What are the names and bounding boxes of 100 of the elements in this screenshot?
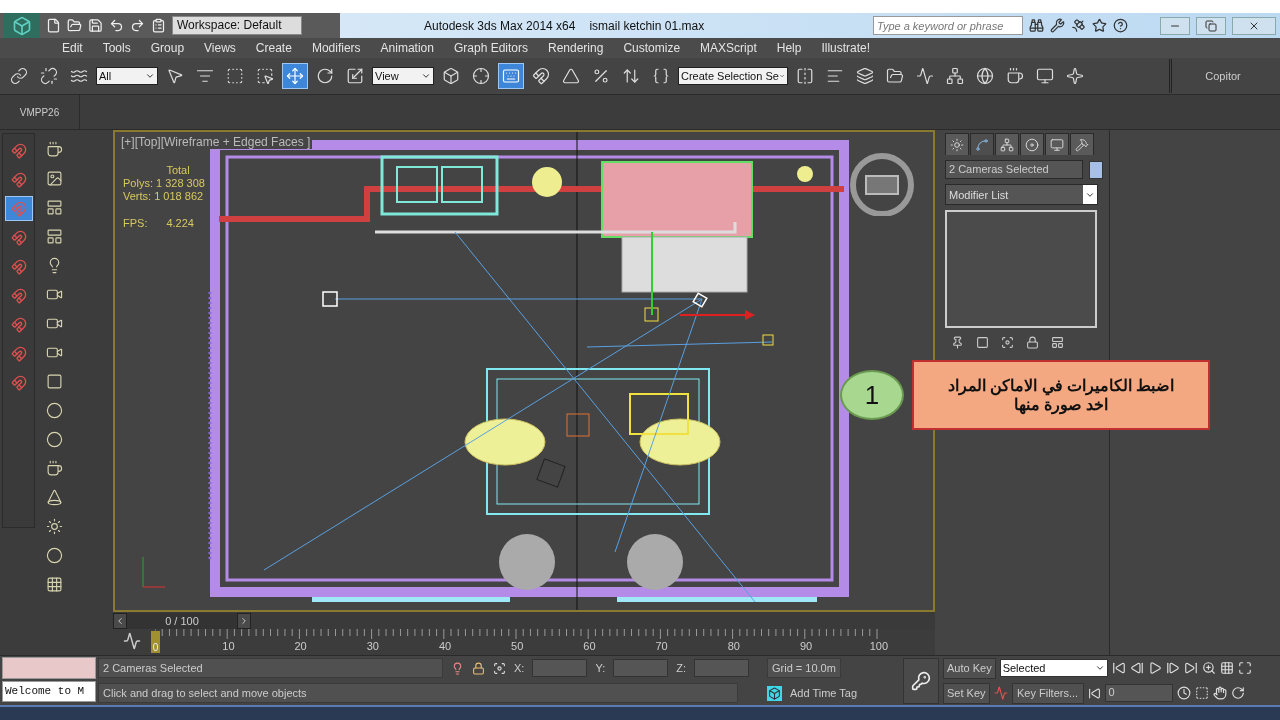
time-tag-icon[interactable] xyxy=(767,685,782,701)
save-icon[interactable] xyxy=(88,18,103,33)
magnet-icon xyxy=(10,287,27,304)
lock-icon[interactable] xyxy=(472,661,485,675)
menu-item[interactable]: Views xyxy=(194,41,246,55)
undo-icon[interactable] xyxy=(109,18,124,33)
set-key-button[interactable]: Set Key xyxy=(943,682,990,704)
motion-tab[interactable] xyxy=(1020,133,1044,155)
lock-icon[interactable] xyxy=(1026,336,1039,349)
stats-heading: Total xyxy=(166,164,191,176)
restore-button[interactable] xyxy=(1196,16,1226,35)
key-mode-dropdown[interactable]: Selected xyxy=(999,659,1108,677)
search-field[interactable]: Type a keyword or phrase xyxy=(873,16,1023,35)
menu-item[interactable]: Modifiers xyxy=(301,41,371,55)
hierarchy-tab[interactable] xyxy=(995,133,1019,155)
object-color-swatch[interactable] xyxy=(1089,160,1103,179)
key-filters-button[interactable]: Key Filters... xyxy=(1011,682,1084,704)
panel-icon xyxy=(46,227,63,245)
previous-frame-icon[interactable] xyxy=(1129,661,1144,675)
key-mode-icon[interactable] xyxy=(1087,686,1101,700)
grid-icon[interactable] xyxy=(1219,661,1234,675)
keyboard-tool-button[interactable] xyxy=(498,63,524,89)
toolbar-dropdown[interactable]: All xyxy=(96,67,158,85)
square-icon[interactable] xyxy=(976,336,989,349)
toolbar-dropdown[interactable]: View xyxy=(372,67,434,85)
previous-frame-button[interactable] xyxy=(113,612,127,629)
new-file-icon[interactable] xyxy=(46,18,61,33)
go-to-end-icon[interactable] xyxy=(1183,661,1198,675)
app-menu-button[interactable] xyxy=(4,12,40,39)
display-tab[interactable] xyxy=(1045,133,1069,155)
create-tab[interactable] xyxy=(945,133,969,155)
listener-output[interactable]: Welcome to M xyxy=(2,681,96,702)
zoom-icon[interactable] xyxy=(1201,661,1216,675)
clock-icon[interactable] xyxy=(1176,686,1191,700)
orbit-icon[interactable] xyxy=(1230,686,1245,700)
panel-icon[interactable] xyxy=(1051,336,1064,349)
set-key-big-button[interactable] xyxy=(903,658,939,704)
auto-key-button[interactable]: Auto Key xyxy=(943,657,996,679)
sphere-icon xyxy=(46,546,63,564)
menu-item[interactable]: Group xyxy=(140,41,195,55)
curve-editor-icon[interactable] xyxy=(123,632,141,650)
x-label: X: xyxy=(514,662,525,674)
move-tool-button[interactable] xyxy=(282,63,308,89)
listener-input[interactable] xyxy=(2,657,96,679)
modify-tab[interactable] xyxy=(970,133,994,155)
modifier-list-dropdown[interactable]: Modifier List xyxy=(945,184,1098,205)
play-icon[interactable] xyxy=(1147,661,1162,675)
go-to-start-icon[interactable] xyxy=(1111,661,1126,675)
folder-icon[interactable] xyxy=(67,18,82,33)
workspace-dropdown[interactable]: Workspace: Default xyxy=(172,16,302,35)
next-frame-icon[interactable] xyxy=(1165,661,1180,675)
pin-icon[interactable] xyxy=(951,336,964,349)
menu-item[interactable]: Help xyxy=(766,41,812,55)
menu-item[interactable]: Create xyxy=(245,41,302,55)
modifier-stack[interactable] xyxy=(945,210,1097,328)
cube-icon xyxy=(12,15,32,36)
maximize-icon[interactable] xyxy=(1237,661,1252,675)
focus-icon[interactable] xyxy=(493,661,506,675)
menu-item[interactable]: Illustrate! xyxy=(811,41,881,55)
snap-button[interactable] xyxy=(4,196,33,221)
y-field[interactable] xyxy=(613,659,669,677)
focus-icon[interactable] xyxy=(1001,336,1014,349)
menu-item[interactable]: Customize xyxy=(613,41,691,55)
z-field[interactable] xyxy=(694,659,749,677)
binoculars-icon[interactable] xyxy=(1029,18,1044,33)
fps-label: FPS: xyxy=(123,217,149,229)
menu-item[interactable]: Rendering xyxy=(538,41,614,55)
magnet-icon xyxy=(10,316,27,333)
viewcube-icon[interactable] xyxy=(850,153,914,216)
bulb-icon[interactable] xyxy=(451,661,464,675)
align-icon xyxy=(826,67,844,85)
menu-item[interactable]: Tools xyxy=(92,41,141,55)
utilities-tab[interactable] xyxy=(1070,133,1094,155)
magnet-icon xyxy=(10,171,27,188)
menu-item[interactable]: Graph Editors xyxy=(443,41,538,55)
redo-icon[interactable] xyxy=(130,18,145,33)
minimize-button[interactable] xyxy=(1160,16,1190,35)
current-frame-field[interactable]: 0 xyxy=(1104,684,1173,702)
image-icon xyxy=(46,169,63,187)
viewport-label[interactable]: [+][Top][Wireframe + Edged Faces ] xyxy=(119,135,313,149)
curve-icon[interactable] xyxy=(993,686,1008,700)
ribbon-tab[interactable]: VMPP26 xyxy=(0,95,80,129)
time-slider-thumb[interactable]: 0 / 100 xyxy=(127,612,237,629)
grid-status: Grid = 10.0m xyxy=(767,658,841,678)
pan-hand-icon[interactable] xyxy=(1212,686,1227,700)
object-name-field[interactable]: 2 Cameras Selected xyxy=(945,160,1083,179)
menu-item[interactable]: Animation xyxy=(370,41,444,55)
dashed-square-icon[interactable] xyxy=(1194,686,1209,700)
satellite-icon[interactable] xyxy=(1071,18,1086,33)
menu-item[interactable]: MAXScript xyxy=(690,41,767,55)
help-icon[interactable] xyxy=(1113,18,1128,33)
time-tag-label[interactable]: Add Time Tag xyxy=(790,687,858,699)
wrench-icon[interactable] xyxy=(1050,18,1065,33)
star-icon[interactable] xyxy=(1092,18,1107,33)
clipboard-icon[interactable] xyxy=(151,18,166,33)
x-field[interactable] xyxy=(532,659,588,677)
next-frame-button[interactable] xyxy=(237,612,251,629)
callout-text: اضبط الكاميرات في الاماكن المراد xyxy=(947,376,1175,395)
menu-item[interactable]: Edit xyxy=(52,41,93,55)
toolbar-dropdown[interactable]: Create Selection Se xyxy=(678,67,788,85)
